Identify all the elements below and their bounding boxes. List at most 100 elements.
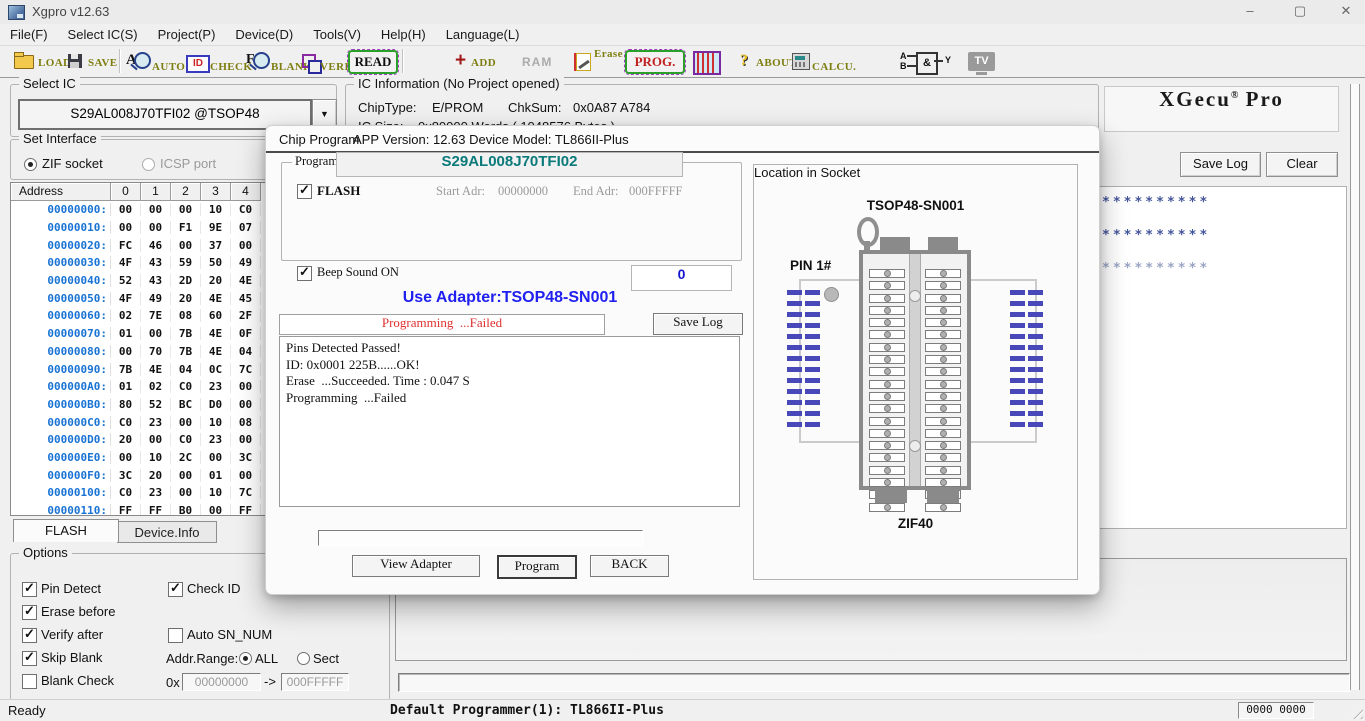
hex-byte[interactable]: BC bbox=[171, 398, 201, 411]
hex-byte[interactable]: C0 bbox=[231, 203, 261, 216]
hex-byte[interactable]: 4F bbox=[111, 292, 141, 305]
hex-byte[interactable]: 00 bbox=[141, 203, 171, 216]
erase-icon[interactable] bbox=[576, 53, 591, 71]
read-button[interactable]: READ bbox=[348, 50, 398, 74]
hex-byte[interactable]: 23 bbox=[201, 380, 231, 393]
hex-byte[interactable]: 02 bbox=[111, 309, 141, 322]
hex-byte[interactable]: 0F bbox=[231, 327, 261, 340]
hex-byte[interactable]: 00 bbox=[231, 380, 261, 393]
hex-byte[interactable]: FF bbox=[231, 504, 261, 516]
blank-check-checkbox[interactable] bbox=[22, 674, 37, 689]
save-button[interactable]: SAVE bbox=[88, 57, 118, 69]
tab-flash[interactable]: FLASH bbox=[13, 519, 119, 542]
hex-byte[interactable]: 20 bbox=[141, 469, 171, 482]
hex-byte[interactable]: 52 bbox=[141, 398, 171, 411]
addr-range-all-radio[interactable] bbox=[239, 652, 252, 665]
hex-byte[interactable]: 4E bbox=[201, 327, 231, 340]
range-to-input[interactable]: 000FFFFF bbox=[281, 673, 349, 691]
about-icon[interactable]: ? bbox=[740, 52, 748, 70]
hex-byte[interactable]: 02 bbox=[141, 380, 171, 393]
icsp-port-radio[interactable] bbox=[142, 158, 155, 171]
hex-byte[interactable]: 4E bbox=[141, 363, 171, 376]
auto-sn-checkbox[interactable] bbox=[168, 628, 183, 643]
resize-grip[interactable] bbox=[1349, 705, 1363, 719]
auto-button[interactable]: AUTO bbox=[152, 61, 185, 73]
dialog-save-log-button[interactable]: Save Log bbox=[653, 313, 743, 335]
save-log-button[interactable]: Save Log bbox=[1180, 152, 1261, 177]
hex-byte[interactable]: 9E bbox=[201, 221, 231, 234]
hex-byte[interactable]: 00 bbox=[171, 239, 201, 252]
hex-byte[interactable]: 00 bbox=[201, 504, 231, 516]
hex-byte[interactable]: 43 bbox=[141, 256, 171, 269]
flash-checkbox[interactable] bbox=[297, 184, 312, 199]
save-icon[interactable] bbox=[68, 54, 82, 68]
hex-byte[interactable]: 4E bbox=[231, 274, 261, 287]
hex-byte[interactable]: 0C bbox=[201, 363, 231, 376]
load-icon[interactable] bbox=[14, 55, 34, 69]
hex-byte[interactable]: 00 bbox=[231, 239, 261, 252]
vertical-scrollbar[interactable] bbox=[1350, 84, 1360, 690]
hex-byte[interactable]: FF bbox=[111, 504, 141, 516]
hex-byte[interactable]: 4E bbox=[201, 345, 231, 358]
hex-byte[interactable]: 80 bbox=[111, 398, 141, 411]
hex-byte[interactable]: 7E bbox=[141, 309, 171, 322]
clear-button[interactable]: Clear bbox=[1266, 152, 1338, 177]
hex-byte[interactable]: 00 bbox=[171, 203, 201, 216]
hex-byte[interactable]: 4E bbox=[201, 292, 231, 305]
check-id-icon[interactable]: ID bbox=[186, 55, 210, 73]
hex-byte[interactable]: 20 bbox=[111, 433, 141, 446]
hex-byte[interactable]: 00 bbox=[231, 433, 261, 446]
hex-byte[interactable]: 7C bbox=[231, 486, 261, 499]
hex-byte[interactable]: 7B bbox=[111, 363, 141, 376]
menu-item-deviced[interactable]: Device(D) bbox=[225, 27, 303, 42]
menu-item-toolsv[interactable]: Tools(V) bbox=[303, 27, 371, 42]
hex-table-body[interactable]: 00000000:00000010C000000010:0000F19E0700… bbox=[11, 201, 267, 516]
hex-byte[interactable]: 23 bbox=[201, 433, 231, 446]
hex-byte[interactable]: 08 bbox=[171, 309, 201, 322]
hex-byte[interactable]: 20 bbox=[201, 274, 231, 287]
hex-byte[interactable]: 49 bbox=[231, 256, 261, 269]
hex-byte[interactable]: 59 bbox=[171, 256, 201, 269]
logic-gate-icon[interactable]: & bbox=[916, 52, 938, 75]
hex-byte[interactable]: 00 bbox=[231, 398, 261, 411]
hex-byte[interactable]: 4F bbox=[111, 256, 141, 269]
hex-byte[interactable]: 00 bbox=[171, 469, 201, 482]
beep-checkbox[interactable] bbox=[297, 266, 312, 281]
calculator-icon[interactable] bbox=[792, 53, 810, 70]
hex-byte[interactable]: F1 bbox=[171, 221, 201, 234]
hex-byte[interactable]: 07 bbox=[231, 221, 261, 234]
check-id-checkbox[interactable] bbox=[168, 582, 183, 597]
hex-byte[interactable]: 7B bbox=[171, 327, 201, 340]
hex-byte[interactable]: 00 bbox=[201, 451, 231, 464]
hex-byte[interactable]: 08 bbox=[231, 416, 261, 429]
hex-byte[interactable]: 00 bbox=[141, 221, 171, 234]
hex-byte[interactable]: 04 bbox=[231, 345, 261, 358]
range-from-input[interactable]: 00000000 bbox=[182, 673, 261, 691]
menu-item-languagel[interactable]: Language(L) bbox=[436, 27, 530, 42]
hex-byte[interactable]: 00 bbox=[171, 416, 201, 429]
hex-byte[interactable]: B0 bbox=[171, 504, 201, 516]
hex-byte[interactable]: 3C bbox=[111, 469, 141, 482]
verify-after-checkbox[interactable] bbox=[22, 628, 37, 643]
menu-item-helph[interactable]: Help(H) bbox=[371, 27, 436, 42]
hex-byte[interactable]: C0 bbox=[111, 486, 141, 499]
hex-byte[interactable]: 10 bbox=[201, 203, 231, 216]
hex-byte[interactable]: 7B bbox=[171, 345, 201, 358]
hex-byte[interactable]: 37 bbox=[201, 239, 231, 252]
add-icon[interactable]: + bbox=[455, 50, 466, 72]
hex-byte[interactable]: 49 bbox=[141, 292, 171, 305]
load-button[interactable]: LOAD bbox=[38, 57, 71, 69]
menu-item-selectics[interactable]: Select IC(S) bbox=[58, 27, 148, 42]
hex-byte[interactable]: 00 bbox=[111, 221, 141, 234]
hex-byte[interactable]: 52 bbox=[111, 274, 141, 287]
hex-byte[interactable]: 04 bbox=[171, 363, 201, 376]
ram-button[interactable]: RAM bbox=[522, 55, 552, 69]
back-button[interactable]: BACK bbox=[590, 555, 669, 577]
add-button[interactable]: ADD bbox=[471, 57, 496, 69]
hex-byte[interactable]: 70 bbox=[141, 345, 171, 358]
dialog-log-box[interactable]: Pins Detected Passed!ID: 0x0001 225B....… bbox=[279, 336, 740, 507]
hex-byte[interactable]: 2F bbox=[231, 309, 261, 322]
hex-byte[interactable]: FC bbox=[111, 239, 141, 252]
menu-item-projectp[interactable]: Project(P) bbox=[148, 27, 226, 42]
tv-icon[interactable]: TV bbox=[968, 52, 995, 71]
